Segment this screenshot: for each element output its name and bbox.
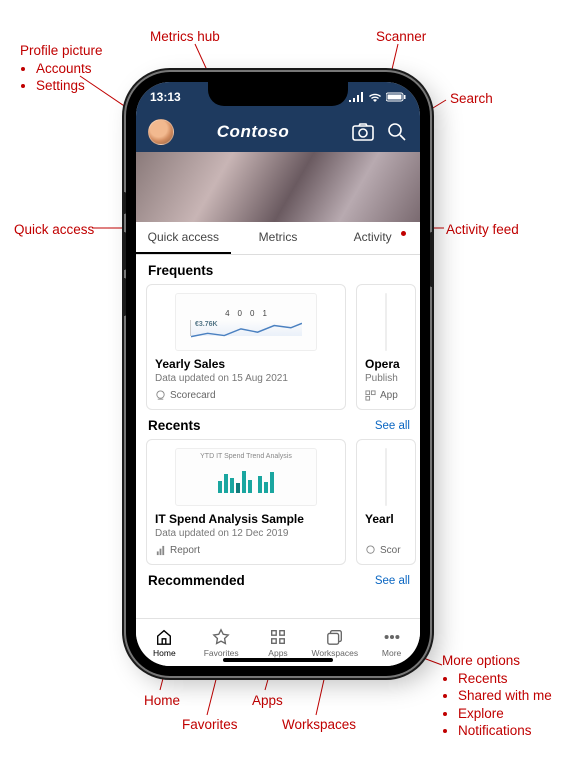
status-time: 13:13: [150, 90, 181, 104]
nav-label: Home: [153, 648, 176, 658]
card-thumb: [385, 293, 387, 351]
annotation-profile: Profile picture Accounts Settings: [20, 42, 103, 95]
scorecard-icon: [365, 545, 376, 556]
card-subtitle: [365, 528, 407, 539]
card-yearly-sales[interactable]: 4 0 0 1 €3.76K Yearly Sales Data updated…: [146, 284, 346, 410]
section-frequents-head: Frequents: [146, 255, 420, 284]
recents-row: YTD IT Spend Trend Analysis IT Spend Ana…: [146, 439, 420, 565]
hero-image: [136, 152, 420, 222]
workspaces-icon: [326, 628, 344, 646]
report-icon: [155, 545, 166, 556]
card-title: Yearly Sales: [155, 357, 337, 371]
section-recommended-title: Recommended: [148, 573, 245, 588]
section-frequents-title: Frequents: [148, 263, 213, 278]
nav-more[interactable]: More: [363, 619, 420, 666]
annotation-activity-feed: Activity feed: [446, 221, 519, 239]
card-yearly-peek[interactable]: Yearl Scor: [356, 439, 416, 565]
activity-unread-dot: [401, 231, 406, 236]
volume-down: [123, 278, 126, 316]
card-type: Scorecard: [155, 390, 337, 401]
app-icon: [365, 390, 376, 401]
phone-frame: 13:13 Contoso Quick access Metrics: [126, 72, 430, 676]
card-opera-peek[interactable]: Opera Publish App: [356, 284, 416, 410]
tab-activity-label: Activity: [354, 230, 392, 244]
scorecard-icon: [155, 390, 166, 401]
card-type: Scor: [365, 545, 407, 556]
content-area[interactable]: Frequents 4 0 0 1 €3.76K: [136, 255, 420, 618]
volume-switch: [123, 192, 126, 214]
search-button[interactable]: [386, 121, 408, 143]
annotation-apps: Apps: [252, 692, 283, 710]
screen: 13:13 Contoso Quick access Metrics: [136, 82, 420, 666]
card-thumb: YTD IT Spend Trend Analysis: [175, 448, 317, 506]
card-type: Report: [155, 545, 337, 556]
apps-icon: [269, 628, 287, 646]
card-title: Yearl: [365, 512, 407, 526]
tab-metrics[interactable]: Metrics: [231, 222, 326, 254]
camera-icon: [352, 123, 374, 141]
app-header: Contoso: [136, 112, 420, 152]
nav-label: More: [382, 648, 401, 658]
tab-activity[interactable]: Activity: [325, 222, 420, 254]
annotation-home: Home: [144, 692, 180, 710]
card-subtitle: Data updated on 15 Aug 2021: [155, 373, 337, 384]
battery-icon: [386, 92, 406, 102]
nav-label: Workspaces: [311, 648, 358, 658]
card-it-spend[interactable]: YTD IT Spend Trend Analysis IT Spend Ana…: [146, 439, 346, 565]
card-thumb: 4 0 0 1 €3.76K: [175, 293, 317, 351]
wifi-icon: [368, 92, 382, 102]
home-icon: [155, 628, 173, 646]
search-icon: [387, 122, 407, 142]
recommended-see-all[interactable]: See all: [375, 575, 410, 587]
tab-strip: Quick access Metrics Activity: [136, 222, 420, 255]
volume-up: [123, 232, 126, 270]
star-icon: [212, 628, 230, 646]
card-title: Opera: [365, 357, 407, 371]
annotation-favorites: Favorites: [182, 716, 238, 734]
section-recommended-head: Recommended See all: [146, 565, 420, 594]
scanner-button[interactable]: [352, 121, 374, 143]
section-recents-head: Recents See all: [146, 410, 420, 439]
annotation-quick-access: Quick access: [14, 221, 94, 239]
nav-label: Favorites: [204, 648, 239, 658]
annotation-metrics-hub: Metrics hub: [150, 28, 220, 46]
more-icon: [383, 628, 401, 646]
card-thumb: [385, 448, 387, 506]
card-title: IT Spend Analysis Sample: [155, 512, 337, 526]
home-indicator[interactable]: [223, 658, 333, 662]
recents-see-all[interactable]: See all: [375, 420, 410, 432]
annotation-workspaces: Workspaces: [282, 716, 356, 734]
notch: [208, 82, 348, 106]
annotation-more: More options Recents Shared with me Expl…: [442, 652, 552, 740]
nav-label: Apps: [268, 648, 287, 658]
power-button: [430, 232, 433, 287]
card-subtitle: Publish: [365, 373, 407, 384]
section-recents-title: Recents: [148, 418, 201, 433]
card-subtitle: Data updated on 12 Dec 2019: [155, 528, 337, 539]
frequents-row: 4 0 0 1 €3.76K Yearly Sales Data updated…: [146, 284, 420, 410]
brand-title: Contoso: [166, 122, 340, 142]
signal-icon: [349, 92, 364, 102]
nav-home[interactable]: Home: [136, 619, 193, 666]
annotation-scanner: Scanner: [376, 28, 426, 46]
annotation-search: Search: [450, 90, 493, 108]
tab-quick-access[interactable]: Quick access: [136, 222, 231, 254]
card-type: App: [365, 390, 407, 401]
